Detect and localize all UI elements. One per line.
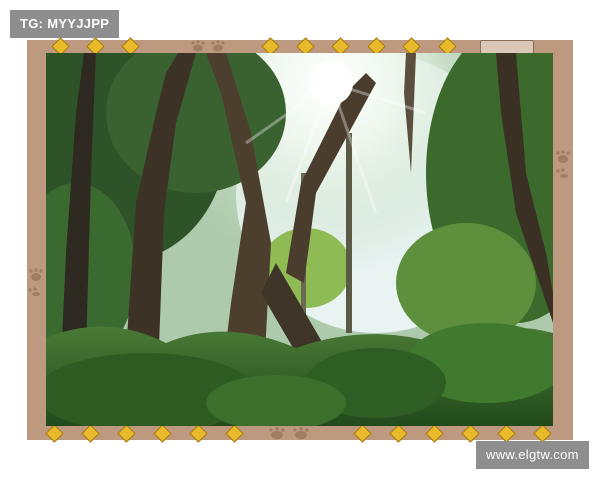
watermark-tg-label: TG: MYYJJPP xyxy=(10,10,120,38)
paw-print-icon xyxy=(269,427,309,439)
paw-print-icon xyxy=(191,40,225,52)
frame-logo-tag xyxy=(480,40,534,54)
paw-print-icon xyxy=(28,268,43,296)
paw-print-icon xyxy=(556,150,570,178)
forest-photo xyxy=(46,53,553,426)
watermark-site-url: www.elgtw.com xyxy=(476,441,589,469)
